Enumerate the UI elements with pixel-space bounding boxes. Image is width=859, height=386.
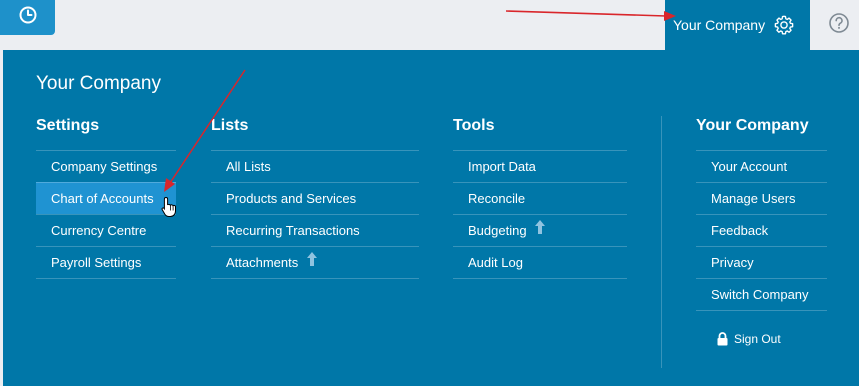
upgrade-arrow-icon — [306, 247, 318, 278]
menu-item-privacy[interactable]: Privacy — [696, 246, 827, 278]
company-menu-panel: Your Company Settings Company Settings C… — [3, 50, 859, 386]
menu-item-budgeting[interactable]: Budgeting — [453, 214, 627, 246]
sign-out-link[interactable]: Sign Out — [717, 332, 781, 346]
menu-item-audit-log[interactable]: Audit Log — [453, 246, 627, 279]
settings-list: Company Settings Chart of Accounts Curre… — [36, 150, 176, 279]
company-menu-label: Your Company — [673, 17, 766, 33]
menu-item-your-account[interactable]: Your Account — [696, 150, 827, 182]
menu-item-switch-company[interactable]: Switch Company — [696, 278, 827, 311]
menu-item-chart-of-accounts[interactable]: Chart of Accounts — [36, 182, 176, 214]
app-screen: Your Company Your Company Settings Compa… — [0, 0, 859, 386]
menu-item-manage-users[interactable]: Manage Users — [696, 182, 827, 214]
help-icon — [828, 12, 850, 39]
tools-heading: Tools — [453, 117, 495, 134]
menu-item-recurring-transactions[interactable]: Recurring Transactions — [211, 214, 419, 246]
upgrade-arrow-icon — [534, 215, 546, 246]
menu-item-budgeting-label: Budgeting — [468, 223, 527, 238]
menu-title: Your Company — [36, 73, 161, 94]
tools-column: Tools Import Data Reconcile Budgeting Au… — [453, 116, 627, 279]
lists-column: Lists All Lists Products and Services Re… — [211, 116, 419, 279]
recent-transactions-button[interactable] — [0, 0, 55, 35]
settings-heading: Settings — [36, 117, 100, 134]
menu-item-attachments-label: Attachments — [226, 255, 299, 270]
your-company-column: Your Company Your Account Manage Users F… — [696, 116, 827, 311]
settings-column: Settings Company Settings Chart of Accou… — [36, 116, 176, 279]
tools-list: Import Data Reconcile Budgeting Audit Lo… — [453, 150, 627, 279]
your-company-list: Your Account Manage Users Feedback Priva… — [696, 150, 827, 311]
menu-item-all-lists[interactable]: All Lists — [211, 150, 419, 182]
column-divider — [661, 116, 662, 368]
menu-item-payroll-settings[interactable]: Payroll Settings — [36, 246, 176, 279]
menu-item-company-settings[interactable]: Company Settings — [36, 150, 176, 182]
gear-icon — [773, 14, 795, 36]
hand-cursor-icon — [161, 196, 179, 223]
lists-list: All Lists Products and Services Recurrin… — [211, 150, 419, 279]
menu-item-currency-centre[interactable]: Currency Centre — [36, 214, 176, 246]
menu-item-import-data[interactable]: Import Data — [453, 150, 627, 182]
lock-icon — [717, 332, 728, 346]
your-company-heading: Your Company — [696, 117, 809, 134]
clock-icon — [18, 5, 38, 30]
top-bar: Your Company — [0, 0, 859, 50]
menu-item-attachments[interactable]: Attachments — [211, 246, 419, 279]
sign-out-label: Sign Out — [734, 332, 781, 346]
lists-heading: Lists — [211, 117, 249, 134]
company-menu-button[interactable]: Your Company — [665, 0, 810, 50]
menu-item-reconcile[interactable]: Reconcile — [453, 182, 627, 214]
help-button[interactable] — [818, 0, 859, 50]
menu-item-feedback[interactable]: Feedback — [696, 214, 827, 246]
menu-item-products-and-services[interactable]: Products and Services — [211, 182, 419, 214]
